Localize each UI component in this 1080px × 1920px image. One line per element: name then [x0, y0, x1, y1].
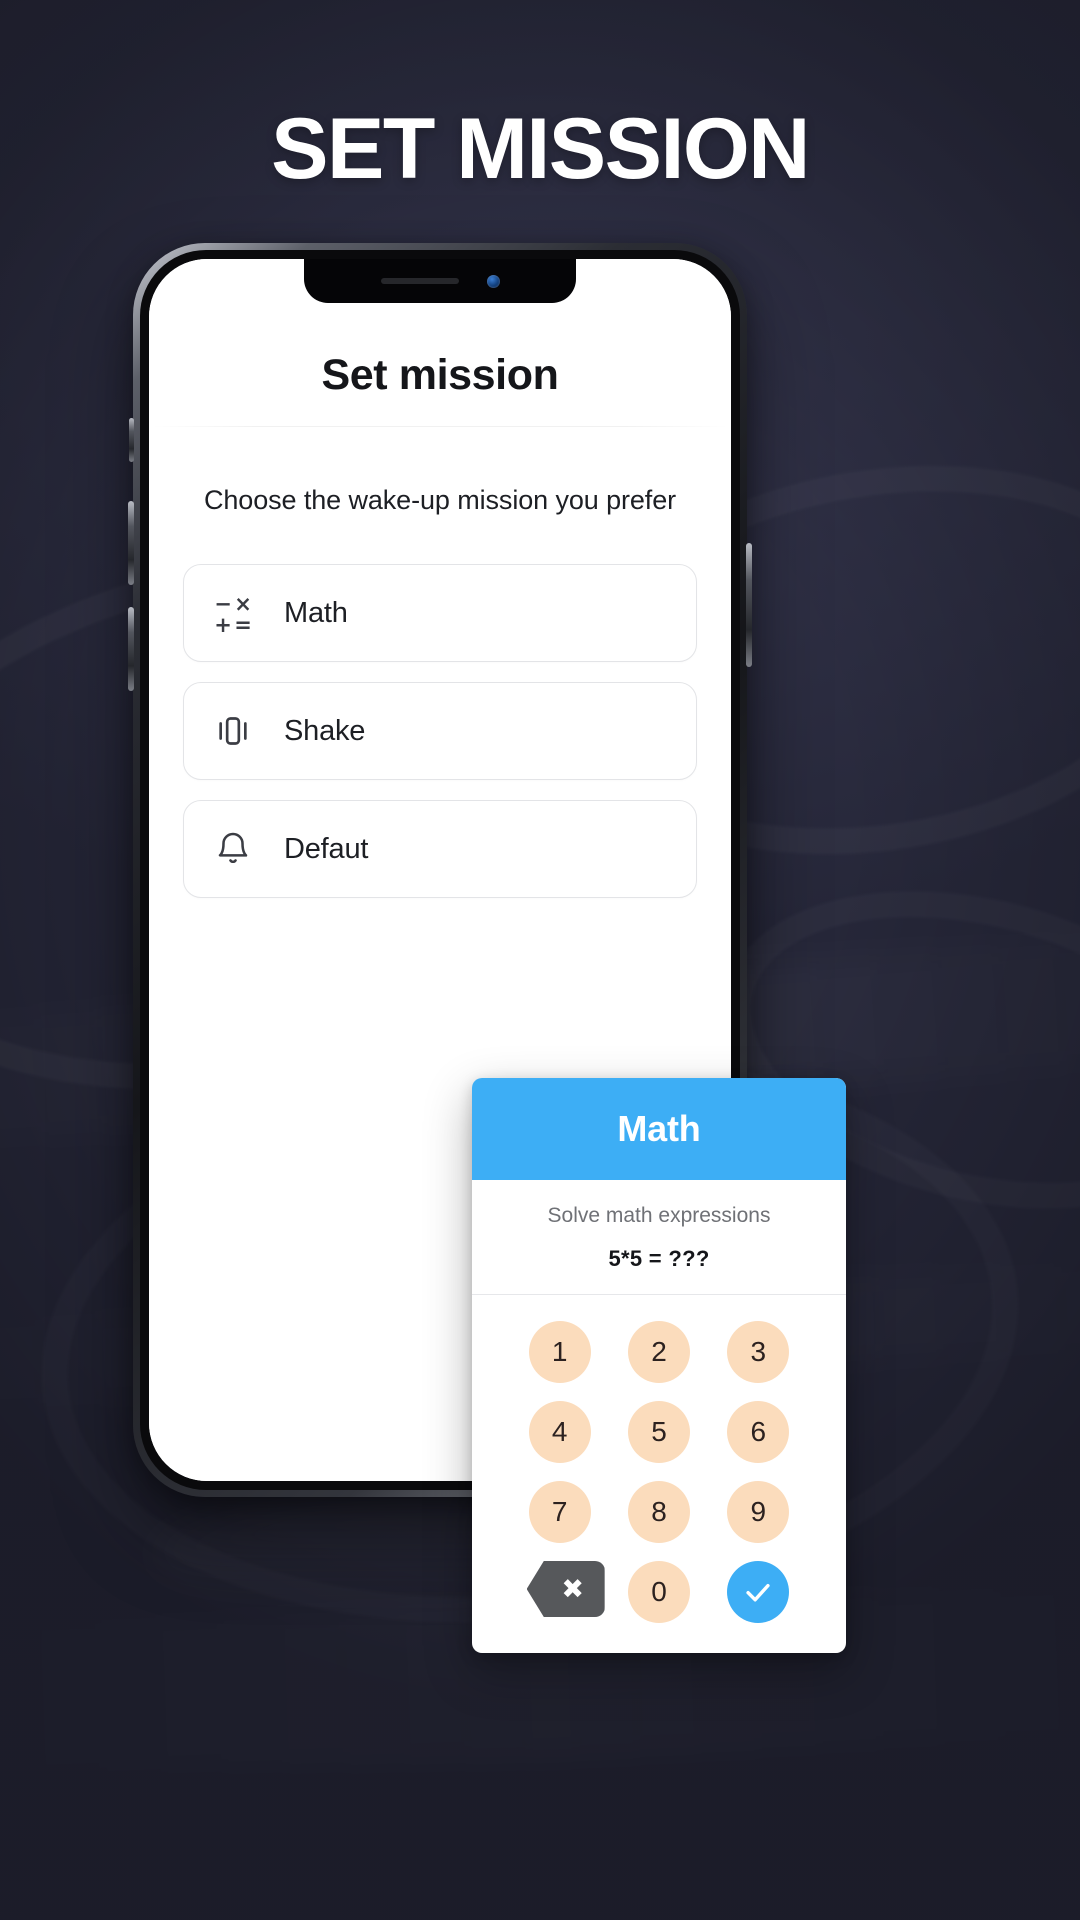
- phone-volume-down-button: [128, 607, 134, 691]
- close-x-icon: ✖: [561, 1573, 584, 1605]
- math-mission-dialog: Math Solve math expressions 5*5 = ??? 1 …: [472, 1078, 846, 1653]
- math-expression: 5*5 = ???: [608, 1246, 710, 1271]
- keypad-backspace-button[interactable]: ✖: [526, 1561, 605, 1617]
- mission-item-math[interactable]: − × + = Math: [183, 564, 697, 662]
- math-dialog-box: Math Solve math expressions 5*5 = ??? 1 …: [472, 1078, 846, 1653]
- phone-notch: [304, 259, 576, 303]
- phone-power-button: [746, 543, 752, 667]
- keypad-key-9[interactable]: 9: [727, 1481, 790, 1543]
- mission-item-shake[interactable]: Shake: [183, 682, 697, 780]
- keypad-key-3[interactable]: 3: [727, 1321, 790, 1383]
- keypad-key-7[interactable]: 7: [528, 1481, 591, 1543]
- mission-item-label: Defaut: [284, 832, 369, 865]
- mission-item-default[interactable]: Defaut: [183, 800, 697, 898]
- phone-mute-switch: [129, 418, 134, 462]
- page-subtitle: Choose the wake-up mission you prefer: [203, 485, 677, 515]
- bell-icon: [210, 826, 256, 872]
- math-keypad: 1 2 3 4 5 6 7 8 9 ✖ 0: [472, 1295, 846, 1653]
- page-headline: SET MISSION: [271, 101, 810, 197]
- keypad-key-0[interactable]: 0: [627, 1561, 690, 1623]
- keypad-key-4[interactable]: 4: [528, 1401, 591, 1463]
- mission-list: − × + = Math Shake Defaut: [149, 516, 731, 898]
- keypad-key-6[interactable]: 6: [727, 1401, 790, 1463]
- screenshot-root: SET MISSION Set mission Choose the wake-…: [0, 0, 1080, 1920]
- keypad-key-5[interactable]: 5: [627, 1401, 690, 1463]
- check-icon: [746, 1583, 770, 1602]
- front-camera-icon: [486, 274, 500, 288]
- math-dialog-prompt: Solve math expressions: [547, 1204, 771, 1227]
- keypad-key-1[interactable]: 1: [528, 1321, 591, 1383]
- mission-item-label: Math: [284, 596, 348, 629]
- math-dialog-title: Math: [472, 1078, 846, 1180]
- shake-phone-icon: [210, 708, 256, 754]
- keypad-key-8[interactable]: 8: [627, 1481, 690, 1543]
- page-title: Set mission: [321, 351, 559, 399]
- mission-item-label: Shake: [284, 714, 366, 747]
- earpiece-speaker-icon: [380, 278, 459, 284]
- phone-volume-up-button: [128, 501, 134, 585]
- math-dialog-body: Solve math expressions 5*5 = ???: [472, 1180, 846, 1294]
- math-operators-icon: − × + =: [214, 592, 252, 637]
- keypad-key-2[interactable]: 2: [627, 1321, 690, 1383]
- keypad-confirm-button[interactable]: [727, 1561, 790, 1623]
